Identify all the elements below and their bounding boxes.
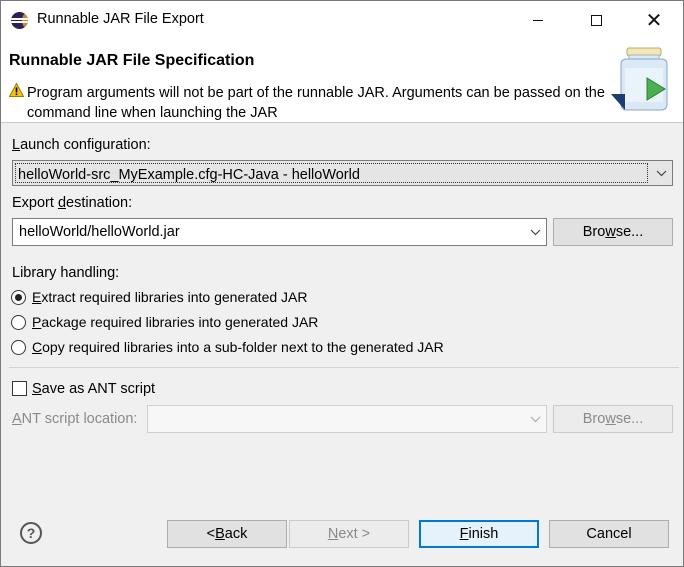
export-browse-button[interactable]: Bro w se... <box>553 218 673 246</box>
header-banner: Runnable JAR File Specification Program … <box>1 39 683 123</box>
radio-extract-libraries[interactable]: Extract required libraries into generate… <box>11 289 307 305</box>
help-icon[interactable]: ? <box>20 522 42 544</box>
launch-config-value: helloWorld-src_MyExample.cfg-HC-Java - h… <box>18 167 360 183</box>
eclipse-icon <box>11 12 28 29</box>
page-title: Runnable JAR File Specification <box>9 52 255 69</box>
export-destination-label: Export destination: <box>12 195 133 211</box>
ant-location-label: ANT script location: <box>12 411 138 427</box>
radio-button[interactable] <box>11 289 26 305</box>
minimize-icon <box>533 19 543 21</box>
radio-button[interactable] <box>11 314 26 330</box>
radio-label: Package required libraries into generate… <box>32 314 319 330</box>
divider <box>9 367 679 368</box>
banner-message: Program arguments will not be part of th… <box>27 85 605 121</box>
chevron-down-icon[interactable] <box>524 219 546 245</box>
maximize-icon <box>590 14 602 26</box>
chevron-down-icon[interactable] <box>650 161 672 185</box>
title-bar[interactable]: Runnable JAR File Export ✕ <box>1 1 683 39</box>
maximize-button[interactable] <box>567 1 625 39</box>
export-destination-input[interactable]: helloWorld/helloWorld.jar <box>12 218 547 246</box>
launch-config-label: Launch configuration: <box>12 137 151 153</box>
jar-export-icon <box>611 47 668 111</box>
dialog-window: Runnable JAR File Export ✕ Runnable JAR … <box>0 0 684 567</box>
radio-button[interactable] <box>11 339 26 355</box>
save-ant-checkbox[interactable] <box>12 381 27 396</box>
library-handling-label: Library handling: <box>12 265 120 281</box>
launch-config-select[interactable]: helloWorld-src_MyExample.cfg-HC-Java - h… <box>12 160 673 186</box>
radio-label: Extract required libraries into generate… <box>32 289 308 305</box>
save-ant-label[interactable]: Save as ANT script <box>32 381 155 397</box>
next-button[interactable]: Next > <box>289 520 409 548</box>
close-button[interactable]: ✕ <box>625 1 683 39</box>
radio-copy-libraries[interactable]: Copy required libraries into a sub-folde… <box>11 339 444 355</box>
export-destination-value: helloWorld/helloWorld.jar <box>19 224 180 240</box>
warning-icon <box>9 83 24 97</box>
finish-button[interactable]: Finish <box>419 520 539 548</box>
radio-label: Copy required libraries into a sub-folde… <box>32 339 444 355</box>
close-icon: ✕ <box>645 8 663 32</box>
minimize-button[interactable] <box>509 1 567 39</box>
window-title: Runnable JAR File Export <box>37 11 204 27</box>
back-button[interactable]: < Back <box>167 520 287 548</box>
ant-location-input[interactable] <box>147 405 547 433</box>
focus-ring: helloWorld-src_MyExample.cfg-HC-Java - h… <box>15 163 648 183</box>
radio-package-libraries[interactable]: Package required libraries into generate… <box>11 314 318 330</box>
chevron-down-icon[interactable] <box>524 406 546 432</box>
cancel-button[interactable]: Cancel <box>549 520 669 548</box>
ant-browse-button[interactable]: Bro w se... <box>553 405 673 433</box>
